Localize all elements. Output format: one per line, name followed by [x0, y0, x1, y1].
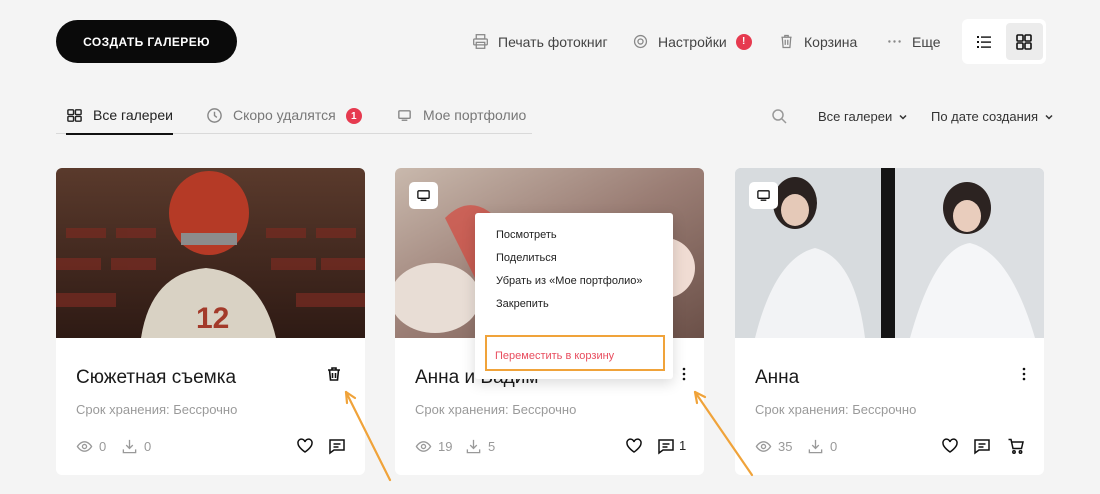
kebab-menu-icon: [1022, 367, 1026, 381]
expiring-count-badge: 1: [345, 108, 362, 124]
heart-icon: [297, 438, 313, 453]
comments-count-stat: 1: [679, 438, 686, 453]
monitor-icon: [398, 110, 411, 121]
clock-icon: [207, 108, 222, 123]
downloads-count: 5: [488, 439, 496, 454]
cart-icon: [1008, 438, 1024, 454]
tab-my-portfolio[interactable]: Мое портфолио: [396, 102, 526, 134]
menu-item-remove-from-portfolio[interactable]: Убрать из «Мое портфолио»: [496, 275, 643, 287]
trash-icon: [781, 34, 792, 49]
views-count: 0: [99, 439, 107, 454]
highlight-frame: [485, 335, 665, 371]
gallery-filter-dropdown[interactable]: Все галереи: [818, 109, 908, 124]
gallery-cover-image[interactable]: [735, 168, 1044, 338]
settings-button[interactable]: Настройки !: [632, 33, 752, 50]
grid-view-button[interactable]: [1005, 23, 1043, 60]
delete-gallery-button[interactable]: [324, 364, 344, 384]
monitor-icon: [757, 190, 770, 201]
comment-icon: [658, 439, 674, 455]
gallery-storage-term: Срок хранения: Бессрочно: [415, 402, 577, 417]
sort-value: По дате создания: [931, 109, 1039, 124]
comments-count: 1: [679, 438, 687, 453]
downloads-count: 0: [144, 439, 152, 454]
comments-button[interactable]: [972, 436, 992, 456]
views-count: 19: [438, 439, 453, 454]
settings-label: Настройки: [658, 33, 727, 50]
trash-label: Корзина: [804, 33, 858, 50]
grid-icon: [1016, 33, 1033, 50]
print-label: Печать фотокниг: [498, 33, 608, 50]
list-icon: [976, 35, 991, 48]
downloads-stat: 0: [121, 438, 151, 455]
portfolio-badge: [749, 182, 778, 209]
gallery-card[interactable]: 12 Сюжетная съемка Срок хранения: Бессро…: [56, 168, 365, 475]
gallery-cover-image[interactable]: 12: [56, 168, 365, 338]
monitor-icon: [417, 190, 430, 201]
grid-icon: [67, 109, 82, 122]
eye-icon: [76, 441, 93, 452]
download-icon: [466, 439, 481, 454]
tab-label: Мое портфолио: [423, 107, 527, 123]
card-menu-button[interactable]: [1014, 364, 1034, 384]
sort-dropdown[interactable]: По дате создания: [931, 109, 1054, 124]
menu-item-view[interactable]: Посмотреть: [496, 229, 557, 241]
download-icon: [808, 439, 823, 454]
comments-button[interactable]: [656, 436, 676, 456]
eye-icon: [755, 441, 772, 452]
views-stat: 35: [755, 438, 792, 455]
more-button[interactable]: Еще: [886, 33, 941, 50]
gallery-title[interactable]: Анна: [755, 367, 799, 389]
settings-alert-badge: !: [735, 33, 752, 50]
trash-button[interactable]: Корзина: [778, 33, 857, 50]
views-stat: 19: [415, 438, 452, 455]
comment-icon: [974, 439, 990, 455]
list-view-button[interactable]: [965, 23, 1003, 60]
favorite-button[interactable]: [624, 436, 644, 456]
gear-icon: [633, 34, 648, 49]
gallery-storage-term: Срок хранения: Бессрочно: [76, 402, 238, 417]
svg-text:12: 12: [196, 302, 229, 335]
chevron-down-icon: [1045, 114, 1053, 120]
download-icon: [122, 439, 137, 454]
view-toggle: [962, 19, 1046, 64]
tab-label: Скоро удалятся: [233, 107, 336, 123]
cart-button[interactable]: [1006, 436, 1026, 456]
tab-label: Все галереи: [93, 107, 173, 123]
eye-icon: [415, 441, 432, 452]
search-icon[interactable]: [771, 108, 787, 124]
gallery-filter-value: Все галереи: [818, 109, 893, 124]
favorite-button[interactable]: [940, 436, 960, 456]
views-stat: 0: [76, 438, 106, 455]
heart-icon: [942, 438, 958, 453]
downloads-count: 0: [830, 439, 838, 454]
print-photobooks-button[interactable]: Печать фотокниг: [472, 33, 608, 50]
favorite-button[interactable]: [295, 436, 315, 456]
portfolio-badge: [409, 182, 438, 209]
create-gallery-button[interactable]: СОЗДАТЬ ГАЛЕРЕЮ: [56, 20, 237, 63]
printer-icon: [473, 34, 488, 49]
more-dots-icon: [888, 40, 901, 43]
tab-all-galleries[interactable]: Все галереи: [66, 102, 173, 135]
trash-icon: [328, 367, 340, 381]
tab-expiring-soon[interactable]: Скоро удалятся 1: [206, 102, 362, 134]
kebab-menu-icon: [682, 367, 686, 381]
views-count: 35: [778, 439, 793, 454]
gallery-tabs: Все галереи Скоро удалятся 1 Мое портфол…: [56, 102, 532, 135]
downloads-stat: 0: [807, 438, 837, 455]
downloads-stat: 5: [465, 438, 495, 455]
more-label: Еще: [912, 33, 941, 50]
gallery-title[interactable]: Сюжетная съемка: [76, 367, 236, 389]
card-menu-button[interactable]: [674, 364, 694, 384]
gallery-card[interactable]: Анна Срок хранения: Бессрочно 35 0: [735, 168, 1044, 475]
comments-button[interactable]: [327, 436, 347, 456]
menu-item-pin[interactable]: Закрепить: [496, 298, 549, 310]
comment-icon: [329, 439, 345, 455]
heart-icon: [626, 438, 642, 453]
chevron-down-icon: [899, 114, 907, 120]
gallery-storage-term: Срок хранения: Бессрочно: [755, 402, 917, 417]
menu-item-share[interactable]: Поделиться: [496, 252, 557, 264]
